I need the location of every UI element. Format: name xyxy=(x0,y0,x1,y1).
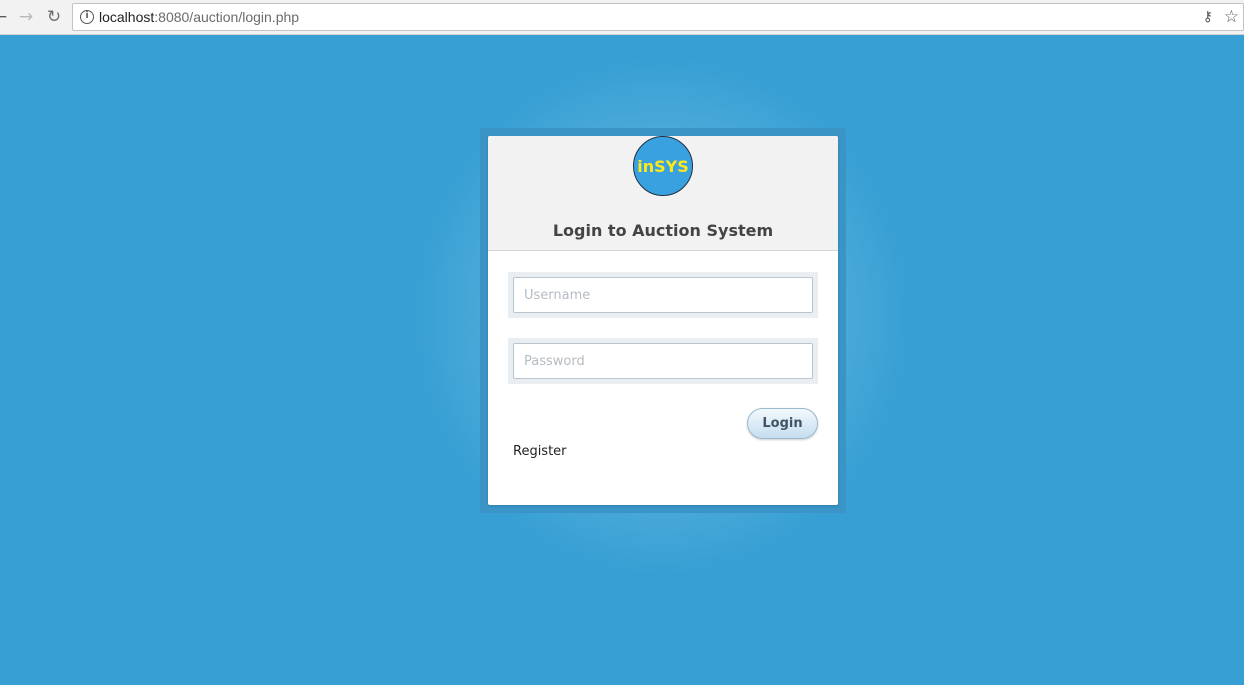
logo: inSYS xyxy=(633,136,693,196)
star-icon[interactable]: ☆ xyxy=(1224,7,1239,27)
card-header: inSYS Login to Auction System xyxy=(488,136,838,251)
username-input[interactable] xyxy=(513,277,813,313)
url-text[interactable]: localhost:8080/auction/login.php xyxy=(99,9,299,25)
back-arrow-icon[interactable]: ← xyxy=(0,5,12,29)
url-host: localhost xyxy=(99,9,155,25)
login-button[interactable]: Login xyxy=(747,408,818,439)
info-icon[interactable]: i xyxy=(80,10,94,24)
page-title: Login to Auction System xyxy=(552,221,774,240)
forward-arrow-icon[interactable]: → xyxy=(14,5,38,29)
page-body: inSYS Login to Auction System Login Regi… xyxy=(0,36,1244,685)
key-icon[interactable]: ⚷ xyxy=(1203,9,1213,25)
password-input[interactable] xyxy=(513,343,813,379)
register-link[interactable]: Register xyxy=(513,444,567,459)
reload-icon[interactable]: ↻ xyxy=(42,5,66,29)
logo-text: inSYS xyxy=(637,156,689,176)
username-field-wrapper xyxy=(508,272,818,318)
login-card: inSYS Login to Auction System Login Regi… xyxy=(488,136,838,505)
url-path: :8080/auction/login.php xyxy=(154,9,300,25)
browser-toolbar: ← → ↻ i localhost:8080/auction/login.php… xyxy=(0,0,1244,35)
login-frame: inSYS Login to Auction System Login Regi… xyxy=(480,128,846,513)
address-bar[interactable]: i localhost:8080/auction/login.php ⚷ ☆ xyxy=(72,3,1244,31)
password-field-wrapper xyxy=(508,338,818,384)
